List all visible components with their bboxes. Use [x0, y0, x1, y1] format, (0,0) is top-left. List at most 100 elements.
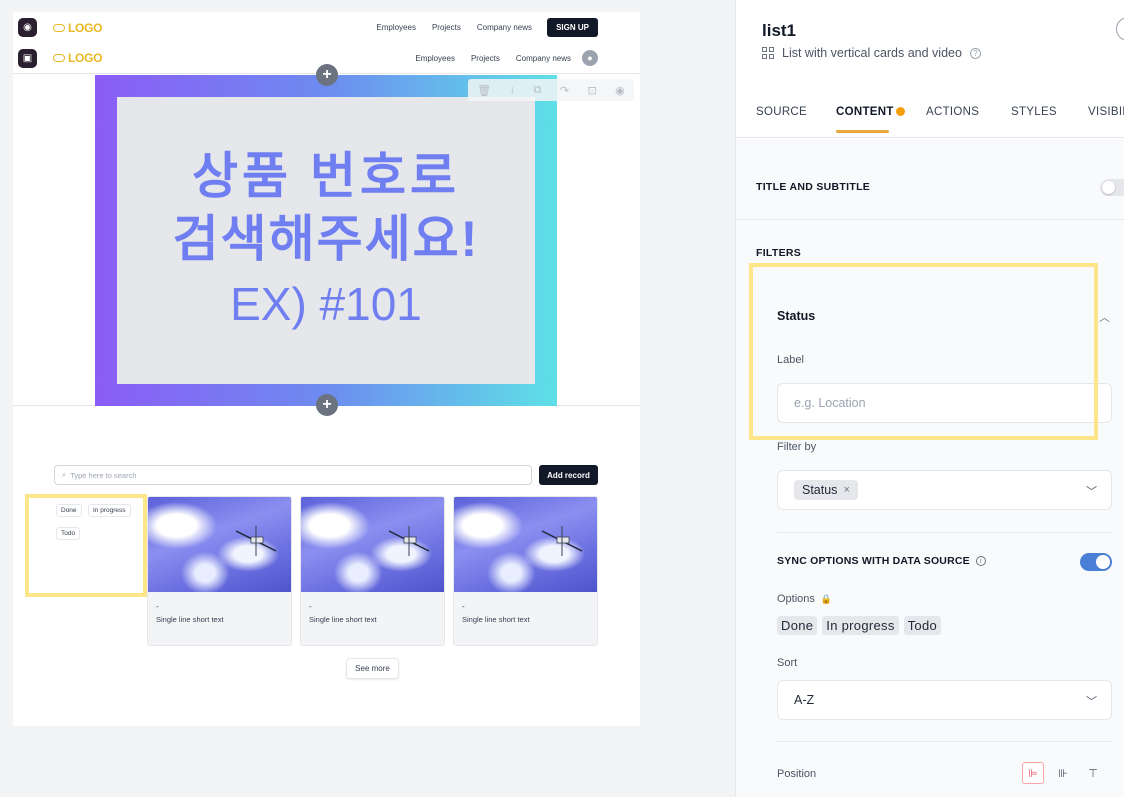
option-chip-todo: Todo	[903, 616, 942, 635]
add-record-button[interactable]: Add record	[539, 465, 598, 485]
save-component-icon[interactable]: ⊡	[588, 84, 597, 97]
nav-link-company-news[interactable]: Company news	[477, 23, 532, 32]
label-input[interactable]: e.g. Location	[777, 383, 1112, 423]
grid-icon	[762, 47, 774, 59]
label-input-placeholder: e.g. Location	[794, 396, 866, 410]
content-settings: TITLE AND SUBTITLE FILTERS Status ︿ Labe…	[736, 139, 1124, 797]
banner-headline-2: 검색해주세요!	[172, 210, 480, 267]
card-title: -	[309, 602, 312, 611]
card-title: -	[156, 602, 159, 611]
nav-link-employees[interactable]: Employees	[376, 23, 416, 32]
space-station-icon	[235, 525, 277, 556]
option-chip-done: Done	[777, 616, 818, 635]
help-icon[interactable]: ?	[969, 47, 981, 59]
sort-select[interactable]: A-Z ﹀	[777, 680, 1112, 720]
filter-by-select[interactable]: Status × ﹀	[777, 470, 1112, 510]
see-more-button[interactable]: See more	[346, 658, 399, 679]
filters-label: FILTERS	[756, 247, 802, 259]
active-tab-indicator	[836, 130, 889, 133]
app-canvas: ◉ LOGO Employees Projects Company news S…	[13, 12, 640, 726]
option-chip-in-progress: In progress	[822, 616, 899, 635]
card-image	[301, 497, 444, 592]
panel-tabs: SOURCE CONTENT ACTIONS STYLES VISIBIL	[736, 91, 1124, 138]
align-right-icon[interactable]: ⊪	[1052, 762, 1074, 784]
banner-example: EX) #101	[230, 278, 422, 331]
duplicate-icon[interactable]: ⧉	[534, 84, 542, 97]
tab-content[interactable]: CONTENT	[836, 106, 894, 118]
banner-image: 상품 번호로 검색해주세요! EX) #101	[95, 75, 557, 406]
sort-label: Sort	[777, 657, 798, 669]
tab-visibility[interactable]: VISIBIL	[1088, 106, 1124, 118]
logo-text: LOGO	[68, 51, 103, 65]
position-label: Position	[777, 768, 817, 780]
space-station-icon	[388, 525, 430, 556]
component-type: List with vertical cards and video ?	[762, 46, 981, 60]
card-text: Single line short text	[462, 615, 530, 624]
filter-by-chip-label: Status	[802, 483, 838, 497]
tab-actions[interactable]: ACTIONS	[926, 106, 979, 118]
chevron-down-icon[interactable]: ﹀	[1086, 483, 1097, 499]
nav-bar-variant-1[interactable]: ◉ LOGO Employees Projects Company news S…	[13, 12, 640, 43]
label-field-label: Label	[777, 354, 804, 366]
eye-icon[interactable]: ◉	[615, 84, 625, 97]
close-icon[interactable]	[1116, 17, 1124, 41]
filter-by-label: Filter by	[777, 441, 817, 453]
filter-chip-in-progress[interactable]: In progress	[88, 504, 131, 517]
add-component-top-icon[interactable]: +	[316, 64, 338, 86]
component-toolbar: 🗑 ↓ ⧉ ↷ ⊡ ◉	[468, 79, 634, 101]
list-card[interactable]: - Single line short text	[453, 496, 598, 646]
bag-icon: ▣	[18, 48, 37, 68]
logo-mark-icon	[53, 54, 65, 62]
position-options: ⊫ ⊪ ⊤	[1022, 762, 1104, 784]
align-left-icon[interactable]: ⊫	[1022, 762, 1044, 784]
redo-icon[interactable]: ↷	[560, 84, 569, 97]
logo-mark-icon	[53, 23, 65, 32]
sync-options-text: SYNC OPTIONS WITH DATA SOURCE	[777, 555, 970, 567]
nav-link-projects[interactable]: Projects	[432, 23, 461, 32]
filter-status-title[interactable]: Status	[777, 309, 815, 323]
title-subtitle-label: TITLE AND SUBTITLE	[756, 181, 871, 193]
properties-panel: list1 List with vertical cards and video…	[735, 0, 1124, 797]
component-type-label: List with vertical cards and video	[782, 46, 962, 60]
nav-link-projects[interactable]: Projects	[471, 54, 500, 63]
app-icon: ◉	[18, 18, 37, 37]
arrow-down-icon[interactable]: ↓	[510, 84, 516, 96]
divider	[777, 741, 1112, 742]
unsaved-dot-icon	[896, 107, 905, 116]
logo-text: LOGO	[68, 20, 103, 35]
chevron-down-icon[interactable]: ﹀	[1086, 693, 1097, 709]
nav-links: Employees Projects Company news	[376, 23, 532, 32]
card-text: Single line short text	[156, 615, 224, 624]
sync-options-toggle[interactable]	[1080, 553, 1112, 571]
delete-icon[interactable]: 🗑	[477, 84, 491, 97]
user-avatar-icon[interactable]: ●	[582, 50, 598, 66]
chevron-up-icon[interactable]: ︿	[1099, 309, 1110, 325]
list-card[interactable]: - Single line short text	[300, 496, 445, 646]
sort-value: A-Z	[794, 693, 815, 707]
banner-content: 상품 번호로 검색해주세요! EX) #101	[117, 97, 535, 384]
options-list: Done In progress Todo	[777, 616, 942, 635]
filter-by-chip: Status ×	[794, 480, 858, 500]
signup-button[interactable]: SIGN UP	[547, 18, 598, 37]
search-icon: ⌕	[62, 470, 67, 479]
remove-chip-icon[interactable]: ×	[843, 484, 849, 496]
list-search-row: ⌕ Type here to search Add record	[54, 465, 598, 485]
nav-link-employees[interactable]: Employees	[415, 54, 455, 63]
info-icon[interactable]: i	[975, 556, 986, 566]
filter-chip-todo[interactable]: Todo	[56, 527, 81, 540]
nav-link-company-news[interactable]: Company news	[516, 54, 571, 63]
banner-section[interactable]: 상품 번호로 검색해주세요! EX) #101 🗑 ↓ ⧉ ↷ ⊡ ◉	[13, 75, 640, 406]
divider	[777, 532, 1112, 533]
tab-source[interactable]: SOURCE	[756, 106, 807, 118]
search-placeholder: Type here to search	[70, 470, 137, 480]
align-top-icon[interactable]: ⊤	[1082, 762, 1104, 784]
add-component-bottom-icon[interactable]: +	[316, 394, 338, 416]
card-title: -	[462, 602, 465, 611]
component-name: list1	[762, 21, 797, 40]
title-subtitle-toggle[interactable]	[1100, 179, 1124, 196]
divider	[736, 219, 1124, 220]
search-input[interactable]: ⌕ Type here to search	[54, 465, 532, 485]
filter-chip-done[interactable]: Done	[56, 504, 82, 517]
tab-styles[interactable]: STYLES	[1011, 106, 1057, 118]
list-card[interactable]: - Single line short text	[147, 496, 292, 646]
